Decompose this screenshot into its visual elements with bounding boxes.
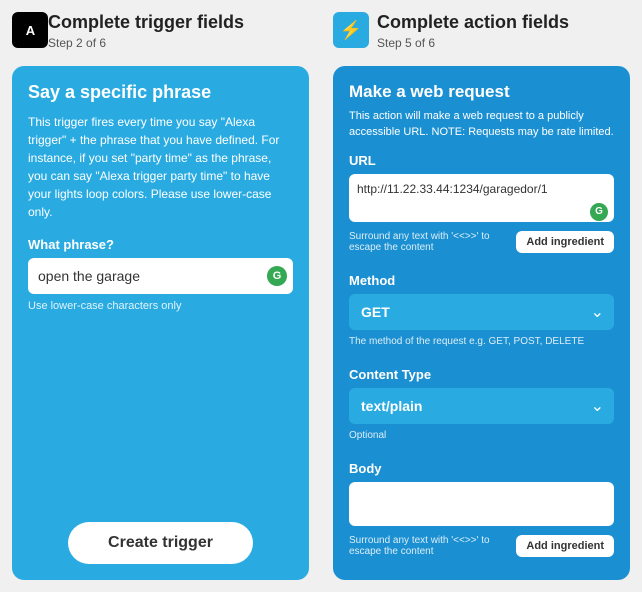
left-header: A Complete trigger fields Step 2 of 6 [12,12,309,50]
url-label: URL [349,153,614,168]
url-section: URL http://11.22.33.44:1234/garagedor/1 … [349,153,614,263]
body-section: Body Surround any text with '<<>>' to es… [349,461,614,567]
method-select-wrapper: GET POST PUT DELETE ⌄ [349,294,614,330]
alexa-icon: A [12,12,48,48]
body-label: Body [349,461,614,476]
trigger-card-title: Say a specific phrase [28,82,293,103]
url-ingredient-row: Surround any text with '<<>>' to escape … [349,231,614,253]
body-ingredient-row: Surround any text with '<<>>' to escape … [349,535,614,557]
method-label: Method [349,273,614,288]
method-section: Method GET POST PUT DELETE ⌄ The method … [349,273,614,357]
body-input[interactable] [349,482,614,526]
body-input-wrapper [349,482,614,531]
url-input-wrapper: http://11.22.33.44:1234/garagedor/1 G [349,174,614,227]
action-card-description: This action will make a web request to a… [349,108,614,141]
method-hint: The method of the request e.g. GET, POST… [349,336,614,347]
left-panel: A Complete trigger fields Step 2 of 6 Sa… [0,0,321,592]
url-add-ingredient-button[interactable]: Add ingredient [516,231,614,253]
content-type-label: Content Type [349,367,614,382]
right-panel-title: Complete action fields [377,12,569,34]
method-select[interactable]: GET POST PUT DELETE [349,294,614,330]
create-trigger-button[interactable]: Create trigger [68,522,254,564]
body-add-ingredient-button[interactable]: Add ingredient [516,535,614,557]
content-type-section: Content Type text/plain application/json… [349,367,614,451]
url-surround-hint: Surround any text with '<<>>' to escape … [349,231,508,253]
left-panel-title: Complete trigger fields [48,12,244,34]
trigger-card: Say a specific phrase This trigger fires… [12,66,309,580]
url-g-badge: G [590,203,608,221]
content-type-select-wrapper: text/plain application/json application/… [349,388,614,424]
g-badge: G [267,266,287,286]
phrase-hint: Use lower-case characters only [28,300,293,312]
action-card: Make a web request This action will make… [333,66,630,580]
right-step: Step 5 of 6 [377,36,569,50]
action-card-title: Make a web request [349,82,614,102]
phrase-input[interactable] [28,258,293,294]
right-panel: ⚡ Complete action fields Step 5 of 6 Mak… [321,0,642,592]
body-surround-hint: Surround any text with '<<>>' to escape … [349,535,508,557]
webhook-icon: ⚡ [333,12,369,48]
right-header: ⚡ Complete action fields Step 5 of 6 [333,12,630,50]
left-step: Step 2 of 6 [48,36,244,50]
url-input[interactable]: http://11.22.33.44:1234/garagedor/1 [349,174,614,222]
phrase-field-label: What phrase? [28,237,293,252]
trigger-card-description: This trigger fires every time you say "A… [28,113,293,221]
content-type-select[interactable]: text/plain application/json application/… [349,388,614,424]
content-type-hint: Optional [349,430,614,441]
phrase-input-wrapper: G [28,258,293,294]
